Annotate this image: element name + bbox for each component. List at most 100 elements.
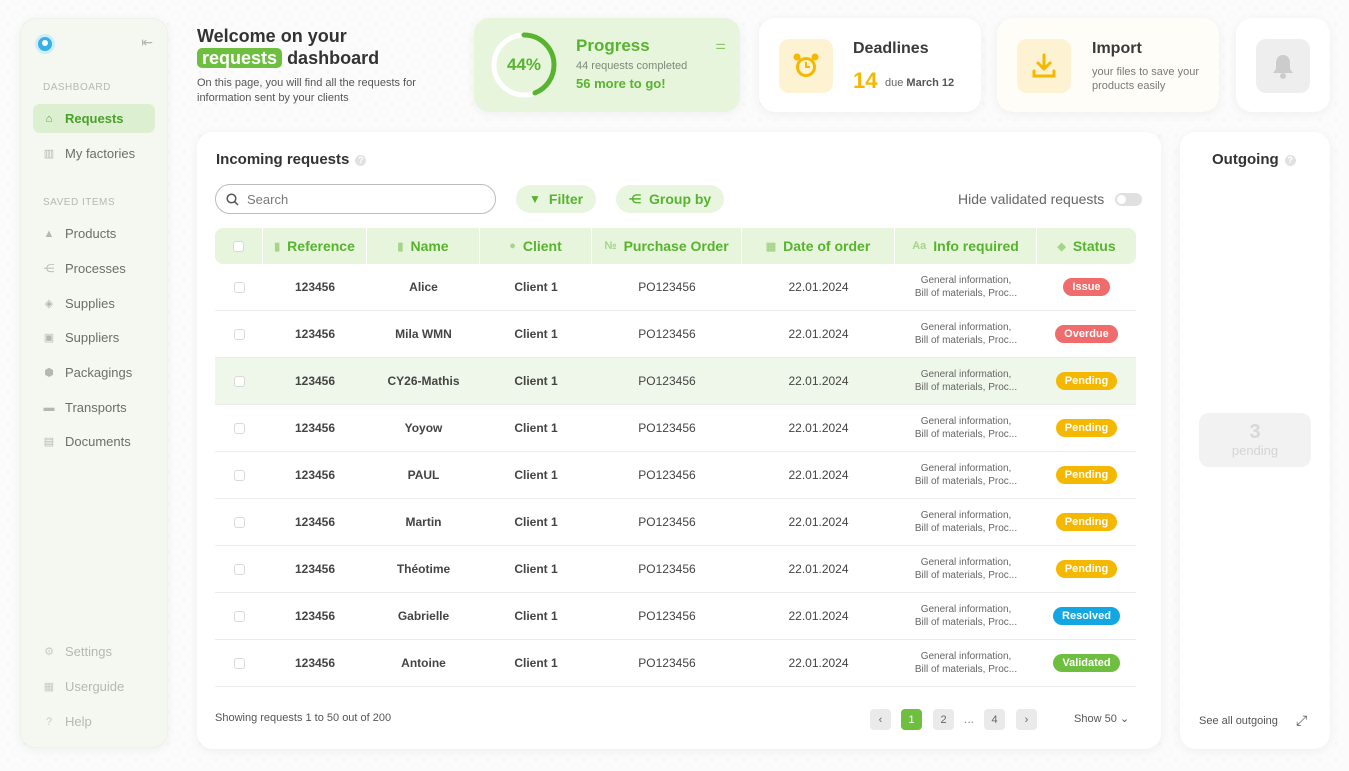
hide-validated-toggle[interactable] (1115, 193, 1142, 206)
group-by-button[interactable]: ⋲ Group by (616, 185, 725, 213)
sidebar-item-suppliers[interactable]: ▣ Suppliers (33, 323, 155, 352)
see-all-outgoing-link[interactable]: See all outgoing (1199, 715, 1278, 727)
deadlines-card[interactable]: Deadlines 14 due March 12 (759, 18, 981, 112)
collapse-sidebar-icon[interactable]: ⇤ (141, 34, 153, 51)
status-badge: Resolved (1053, 607, 1120, 625)
status-cell: Pending (1037, 546, 1136, 592)
col-status[interactable]: ◆ Status (1037, 228, 1136, 264)
sidebar-item-processes[interactable]: ⋲ Processes (33, 254, 155, 283)
col-info-required[interactable]: Aa Info required (895, 228, 1037, 264)
welcome-header: Welcome on your requests dashboard On th… (197, 25, 457, 106)
date-cell: 22.01.2024 (788, 327, 849, 341)
sidebar-item-supplies[interactable]: ◈ Supplies (33, 289, 155, 318)
status-badge: Issue (1063, 278, 1110, 296)
sidebar-item-help[interactable]: ? Help (33, 707, 155, 736)
row-checkbox[interactable] (233, 281, 245, 293)
info-icon[interactable]: ? (355, 154, 367, 166)
expand-icon[interactable]: ⤢ (1296, 712, 1307, 729)
purchase-order-cell: PO123456 (638, 656, 696, 670)
sidebar-item-packagings[interactable]: ⬢ Packagings (33, 358, 155, 387)
label-icon: ◆ (1057, 240, 1066, 253)
row-checkbox[interactable] (233, 422, 245, 434)
table-row[interactable]: 123456 PAUL Client 1 PO123456 22.01.2024 Gene… (215, 452, 1136, 499)
name-cell: PAUL (407, 468, 440, 482)
select-all-cell (215, 228, 263, 264)
name-cell: CY26-Mathis (387, 374, 460, 388)
row-checkbox[interactable] (233, 563, 245, 575)
rows-per-page-select[interactable]: Show 50 ⌄ (1074, 712, 1129, 725)
sidebar-item-transports[interactable]: ▬ Transports (33, 393, 155, 422)
purchase-order-cell: PO123456 (638, 562, 696, 576)
section-saved-label: SAVED ITEMS (43, 197, 115, 208)
purchase-order-cell: PO123456 (638, 609, 696, 623)
bell-icon[interactable] (1256, 39, 1310, 93)
client-cell: Client 1 (514, 609, 558, 623)
select-all-checkbox[interactable] (233, 240, 244, 252)
table-row[interactable]: 123456 Mila WMN Client 1 PO123456 22.01.2024… (215, 311, 1136, 358)
sidebar-item-documents[interactable]: ▤ Documents (33, 427, 155, 456)
text-icon: Aa (912, 240, 927, 252)
date-cell: 22.01.2024 (788, 421, 849, 435)
panel-title: Incoming requests? (216, 151, 367, 168)
pagination-summary: Showing requests 1 to 50 out of 200 (215, 712, 392, 724)
table-row[interactable]: 123456 CY26-Mathis Client 1 PO123456 22.01.2… (215, 358, 1136, 405)
contact-icon: ▣ (43, 332, 55, 344)
table-row[interactable]: 123456 Alice Client 1 PO123456 22.01.2024 Gen… (215, 264, 1136, 311)
table-row[interactable]: 123456 Théotime Client 1 PO123456 22.01.2024… (215, 546, 1136, 593)
sidebar-item-settings[interactable]: ⚙ Settings (33, 637, 155, 666)
bookmark-icon: ▮ (274, 240, 281, 253)
col-name[interactable]: ▮ Name (367, 228, 480, 264)
info-required-cell: General information, Bill of materials, P… (914, 463, 1018, 487)
next-page-button[interactable]: › (1016, 709, 1037, 730)
client-cell: Client 1 (514, 656, 558, 670)
filter-button[interactable]: ▼ Filter (516, 185, 597, 213)
progress-card: 44% Progress 44 requests completed 56 mo… (474, 18, 740, 112)
row-select-cell (215, 499, 263, 545)
progress-remaining: 56 more to go! (576, 76, 666, 91)
row-select-cell (215, 593, 263, 639)
sidebar-item-requests[interactable]: ⌂ Requests (33, 104, 155, 133)
col-date-of-order[interactable]: ▦ Date of order (742, 228, 895, 264)
row-checkbox[interactable] (233, 657, 245, 669)
row-checkbox[interactable] (233, 469, 245, 481)
table-row[interactable]: 123456 Yoyow Client 1 PO123456 22.01.2024 Gen… (215, 405, 1136, 452)
col-client[interactable]: ● Client (480, 228, 592, 264)
funnel-icon: ▼ (529, 192, 541, 206)
table-header: ▮ Reference ▮ Name ● Client № Purchase Order… (215, 228, 1136, 264)
sidebar-item-userguide[interactable]: ▦ Userguide (33, 672, 155, 701)
row-checkbox[interactable] (233, 328, 245, 340)
purchase-order-cell: PO123456 (638, 468, 696, 482)
deadlines-due: due March 12 (885, 77, 955, 89)
row-checkbox[interactable] (233, 610, 245, 622)
import-card[interactable]: Import your files to save your products … (997, 18, 1219, 112)
settings-sliders-icon[interactable]: ⚌ (715, 38, 726, 52)
prev-page-button[interactable]: ‹ (870, 709, 891, 730)
notifications-card[interactable] (1236, 18, 1330, 112)
info-required-cell: General information, Bill of materials, P… (914, 604, 1018, 628)
col-purchase-order[interactable]: № Purchase Order (592, 228, 742, 264)
col-reference[interactable]: ▮ Reference (263, 228, 367, 264)
table-row[interactable]: 123456 Antoine Client 1 PO123456 22.01.2024 G… (215, 640, 1136, 687)
client-cell: Client 1 (514, 562, 558, 576)
search-box[interactable] (215, 184, 496, 214)
row-select-cell (215, 264, 263, 310)
page-4-button[interactable]: 4 (984, 709, 1005, 730)
sidebar-item-products[interactable]: ▲ Products (33, 219, 155, 248)
table-row[interactable]: 123456 Gabrielle Client 1 PO123456 22.01.202… (215, 593, 1136, 640)
page-1-button[interactable]: 1 (901, 709, 922, 730)
table-row[interactable]: 123456 Martin Client 1 PO123456 22.01.2024 Ge… (215, 499, 1136, 546)
info-icon[interactable]: ? (1284, 154, 1296, 166)
logo-icon[interactable] (35, 34, 55, 54)
status-cell: Pending (1037, 358, 1136, 404)
group-icon: ⋲ (629, 192, 641, 206)
row-select-cell (215, 452, 263, 498)
search-input[interactable] (247, 191, 477, 207)
name-cell: Mila WMN (395, 327, 452, 341)
client-cell: Client 1 (514, 327, 558, 341)
row-checkbox[interactable] (233, 516, 245, 528)
row-checkbox[interactable] (233, 375, 245, 387)
info-required-cell: General information, Bill of materials, P… (914, 275, 1018, 299)
page-2-button[interactable]: 2 (933, 709, 954, 730)
status-cell: Pending (1037, 405, 1136, 451)
sidebar-item-my-factories[interactable]: ▥ My factories (33, 139, 155, 168)
